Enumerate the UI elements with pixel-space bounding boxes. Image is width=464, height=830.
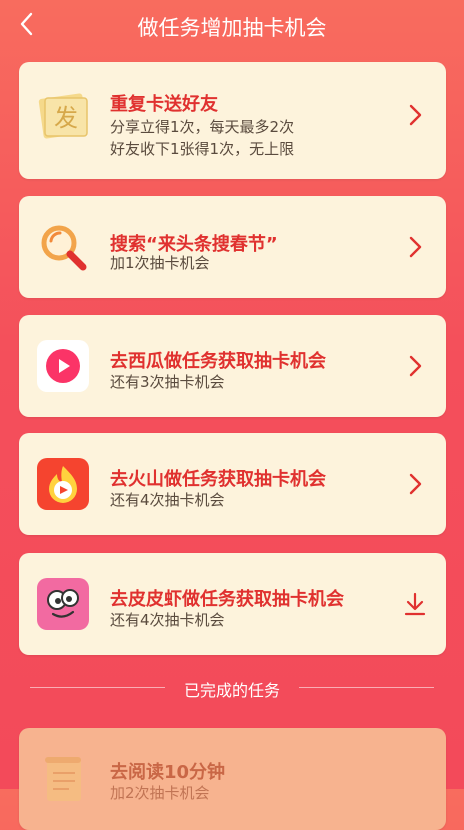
download-icon[interactable] — [403, 591, 427, 617]
task-card-share-card[interactable]: 发 重复卡送好友 分享立得1次，每天最多2次 好友收下1张得1次，无上限 — [19, 62, 446, 179]
task-card-pipixia[interactable]: 去皮皮虾做任务获取抽卡机会 还有4次抽卡机会 — [19, 553, 446, 655]
task-card-search[interactable]: 搜索“来头条搜春节” 加1次抽卡机会 — [19, 196, 446, 298]
fa-card-icon: 发 — [38, 93, 88, 139]
search-icon — [41, 225, 87, 271]
completed-tasks-divider: 已完成的任务 — [30, 676, 434, 700]
task-desc: 加2次抽卡机会 — [110, 784, 210, 802]
chevron-right-icon — [409, 355, 422, 377]
divider-line-right — [299, 687, 434, 688]
task-desc: 加1次抽卡机会 — [110, 254, 210, 272]
huoshan-app-icon — [37, 458, 89, 510]
completed-task-card-read: 去阅读10分钟 加2次抽卡机会 — [19, 728, 446, 830]
task-card-huoshan[interactable]: 去火山做任务获取抽卡机会 还有4次抽卡机会 — [19, 433, 446, 535]
xigua-app-icon — [37, 340, 89, 392]
header-bar: 做任务增加抽卡机会 — [0, 0, 464, 50]
task-title: 重复卡送好友 — [110, 94, 218, 115]
chevron-right-icon — [409, 473, 422, 495]
chevron-right-icon — [409, 236, 422, 258]
page-title: 做任务增加抽卡机会 — [137, 16, 327, 40]
task-title: 去皮皮虾做任务获取抽卡机会 — [110, 589, 344, 610]
completed-tasks-label: 已完成的任务 — [183, 681, 280, 700]
svg-text:发: 发 — [54, 104, 78, 132]
pipixia-app-icon — [37, 578, 89, 630]
scroll-icon — [45, 757, 81, 801]
task-title: 去阅读10分钟 — [110, 762, 226, 783]
task-desc-2: 好友收下1张得1次，无上限 — [110, 140, 295, 158]
task-desc: 还有4次抽卡机会 — [110, 491, 225, 509]
task-desc: 还有4次抽卡机会 — [110, 611, 225, 629]
task-desc: 还有3次抽卡机会 — [110, 373, 225, 391]
task-title: 去西瓜做任务获取抽卡机会 — [110, 351, 326, 372]
task-title: 去火山做任务获取抽卡机会 — [110, 469, 326, 490]
task-card-xigua[interactable]: 去西瓜做任务获取抽卡机会 还有3次抽卡机会 — [19, 315, 446, 417]
chevron-right-icon — [409, 104, 422, 126]
task-desc: 分享立得1次，每天最多2次 — [110, 118, 295, 136]
